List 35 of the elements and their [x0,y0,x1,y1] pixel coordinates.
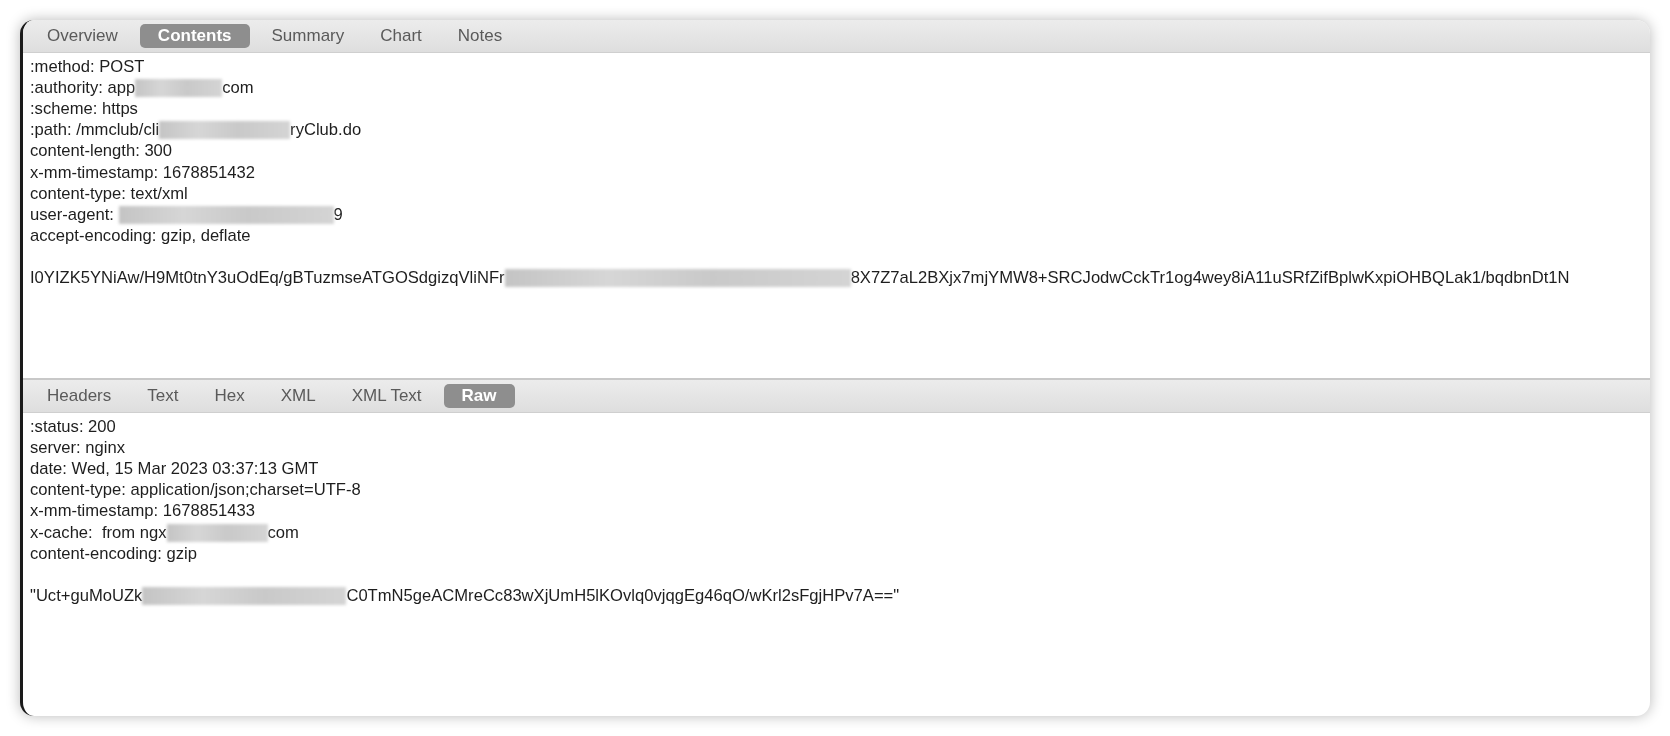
header-text: "Uct+guMoUZk [30,586,143,607]
header-text: accept-encoding: gzip, deflate [30,226,251,247]
tab[interactable]: XML [266,384,330,408]
header-text: content-type: application/json;charset=UTF-8 [30,480,361,501]
header-text: :method: POST [30,56,145,77]
header-text: com [222,77,254,98]
header-text: com [267,522,299,543]
header-text: :authority: app [30,77,136,98]
header-text: C0TmN5geACMreCc83wXjUmH5lKOvlq0vjqgEg46qO/wKrl2sFgjHPv7A==" [346,586,900,607]
header-text: x-mm-timestamp: 1678851433 [30,501,256,522]
tab[interactable]: Headers [33,384,126,408]
tab[interactable]: Hex [200,384,259,408]
header-text: ryClub.do [290,120,362,141]
header-text: date: Wed, 15 Mar 2023 03:37:13 GMT [30,458,319,479]
header-text: content-encoding: gzip [30,543,197,564]
tab[interactable]: Contents [139,24,250,48]
header-text: :status: 200 [30,416,116,437]
tab[interactable]: Raw [443,384,515,408]
header-text: content-type: text/xml [30,183,188,204]
header-text: x-mm-timestamp: 1678851432 [30,162,256,183]
header-text: :scheme: https [30,98,138,119]
tab[interactable]: Summary [257,24,359,48]
header-text: I0YIZK5YNiAw/H9Mt0tnY3uOdEq/gBTuzmseATGOSdgizqVliNFr [30,268,505,289]
tab[interactable]: Notes [443,24,517,48]
tab[interactable]: Overview [33,24,132,48]
tab[interactable]: Chart [366,24,436,48]
header-text: 9 [333,204,343,225]
tab[interactable]: Text [133,384,193,408]
header-text: content-length: 300 [30,141,173,162]
tab[interactable]: XML Text [337,384,436,408]
header-text: user-agent: [30,204,115,225]
header-text: server: nginx [30,437,125,458]
header-text: x-cache: from ngx [30,522,167,543]
header-text: 8X7Z7aL2BXjx7mjYMW8+SRCJodwCckTr1og4wey8iA11uSRfZifBplwKxpiOHBQLak1/bqdbnDt1N [850,268,1570,289]
header-text: :path: /mmclub/cli [30,120,160,141]
